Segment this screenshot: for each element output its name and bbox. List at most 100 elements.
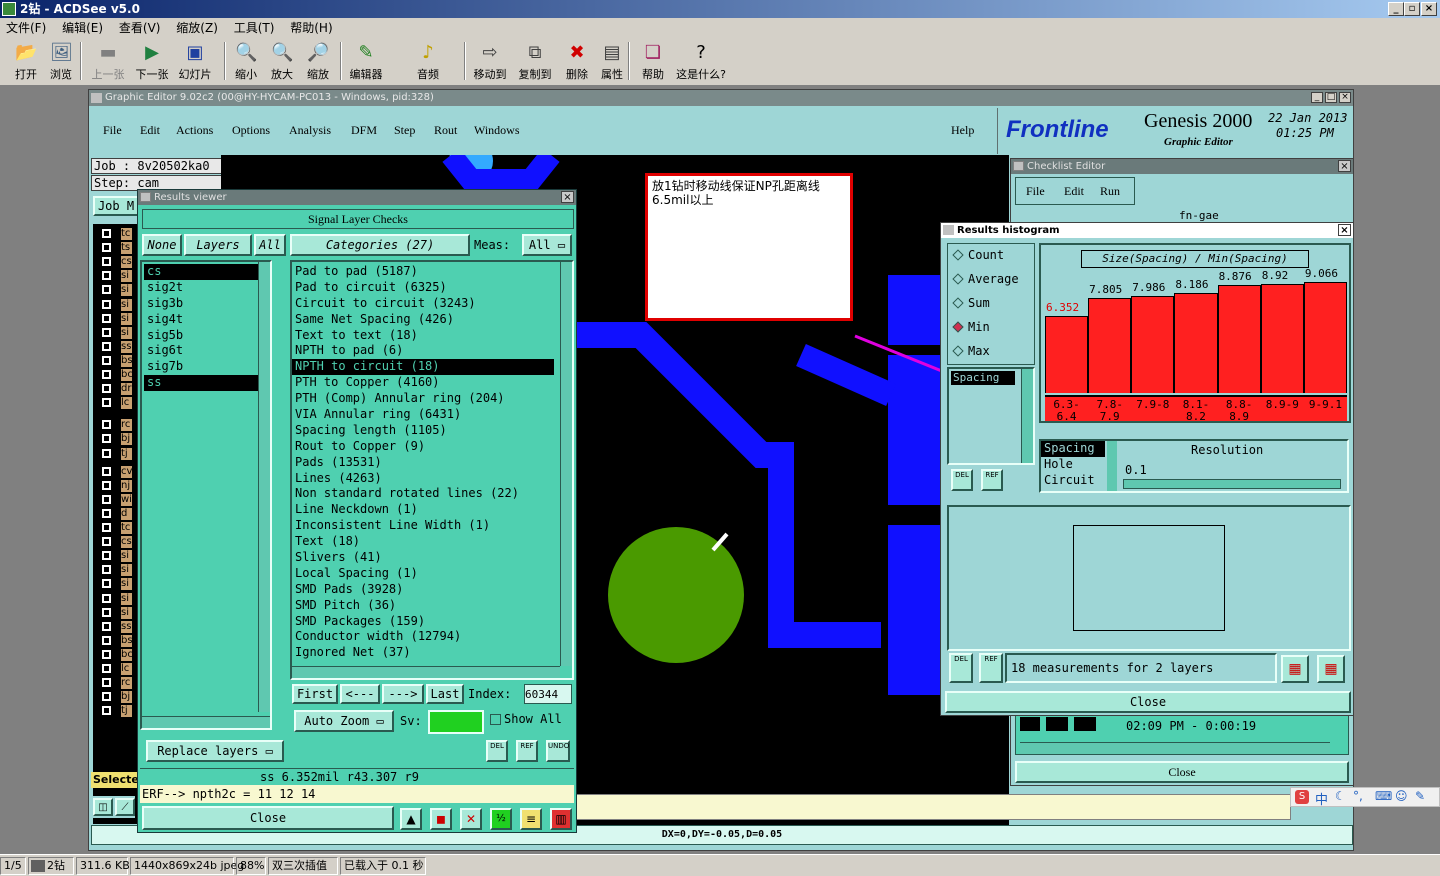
sort-icon[interactable]: ½ xyxy=(490,808,512,830)
categories-button[interactable]: Categories (27) xyxy=(290,234,470,256)
histogram-bar[interactable] xyxy=(1045,315,1089,393)
layer-tag[interactable]: tc xyxy=(121,522,132,534)
toolbar-audio-button[interactable]: ♪ 音频 xyxy=(408,42,448,82)
maximize-button[interactable]: ▫ xyxy=(1404,2,1420,16)
gen-menu-edit[interactable]: Edit xyxy=(140,123,160,138)
toolbar-folder-open-button[interactable]: 📂 打开 xyxy=(6,42,46,82)
toolbar-properties-button[interactable]: ▤ 属性 xyxy=(592,42,632,82)
layer-tag[interactable]: ss xyxy=(121,340,132,353)
gen-menu-dfm[interactable]: DFM xyxy=(351,123,377,138)
gen-menu-file[interactable]: File xyxy=(103,123,122,138)
layer-checkbox[interactable] xyxy=(101,340,112,352)
rh-del-button[interactable]: DEL xyxy=(951,469,973,491)
close-button[interactable]: × xyxy=(1421,2,1437,16)
layer-checkbox[interactable] xyxy=(101,447,112,459)
layer-checkbox[interactable] xyxy=(101,419,112,431)
ime-punct-icon[interactable]: °, xyxy=(1353,789,1363,803)
gen-menu-actions[interactable]: Actions xyxy=(176,123,213,138)
show-all-checkbox[interactable] xyxy=(490,714,501,725)
toolbar-move-to-button[interactable]: ⇨ 移动到 xyxy=(470,42,510,82)
layer-tag[interactable]: wi xyxy=(121,493,132,506)
gen-maximize-button[interactable]: □ xyxy=(1325,92,1337,103)
layer-checkbox[interactable] xyxy=(101,620,112,632)
layer-tag[interactable]: si xyxy=(121,592,132,605)
rh-ref-button[interactable]: REF xyxy=(981,469,1003,491)
toolbar-zoom-in-button[interactable]: 🔍 放大 xyxy=(262,42,302,82)
menu-zoom[interactable]: 缩放(Z) xyxy=(176,21,218,35)
toolbar-previous-button[interactable]: ▬ 上一张 xyxy=(88,42,128,82)
res-list-item[interactable]: Hole xyxy=(1041,457,1105,473)
auto-zoom-select[interactable]: Auto Zoom ▭ xyxy=(294,710,394,732)
category-list-item[interactable]: Same Net Spacing (426) xyxy=(292,312,554,328)
layer-tag[interactable]: tj xyxy=(121,447,132,460)
menu-file[interactable]: 文件(F) xyxy=(6,21,46,35)
layer-tag[interactable]: lc xyxy=(121,397,132,410)
gen-menu-options[interactable]: Options xyxy=(232,123,270,138)
layer-tag[interactable]: ss xyxy=(121,620,132,633)
minimize-button[interactable]: _ xyxy=(1388,2,1404,16)
layer-tag[interactable]: cs xyxy=(121,256,132,269)
next-button[interactable]: ---> xyxy=(382,684,424,704)
mode-radio-max[interactable]: Max xyxy=(952,344,990,358)
rv-close-button[interactable]: Close xyxy=(142,806,394,830)
layer-tag[interactable]: si xyxy=(121,564,132,577)
category-list-item[interactable]: Ignored Net (37) xyxy=(292,645,554,661)
layer-tag[interactable]: bs xyxy=(121,354,132,367)
category-list-item[interactable]: Pad to pad (5187) xyxy=(292,264,554,280)
del-button[interactable]: DEL xyxy=(486,740,508,762)
layer-checkbox[interactable] xyxy=(101,536,112,548)
category-list-item[interactable]: VIA Annular ring (6431) xyxy=(292,407,554,423)
histogram-bar[interactable] xyxy=(1303,282,1347,393)
layer-list-item[interactable]: sig7b xyxy=(144,359,268,375)
categories-list[interactable]: Pad to pad (5187) Pad to circuit (6325) Ci… xyxy=(292,264,554,661)
layer-checkbox[interactable] xyxy=(101,691,112,703)
layer-list-item[interactable]: ss xyxy=(144,375,268,392)
mode-radio-sum[interactable]: Sum xyxy=(952,296,990,310)
sv-color-select[interactable] xyxy=(428,710,484,734)
layer-checkbox[interactable] xyxy=(101,507,112,519)
layer-checkbox[interactable] xyxy=(101,705,112,717)
category-list-item[interactable]: PTH to Copper (4160) xyxy=(292,375,554,391)
category-list-item[interactable]: Inconsistent Line Width (1) xyxy=(292,518,554,534)
category-list-item[interactable]: Spacing length (1105) xyxy=(292,423,554,439)
layer-tag[interactable]: ts xyxy=(121,242,132,255)
category-list-item[interactable]: Conductor width (12794) xyxy=(292,629,554,645)
menu-tools[interactable]: 工具(T) xyxy=(234,21,275,35)
category-list-item[interactable]: Lines (4263) xyxy=(292,471,554,487)
all-button[interactable]: All xyxy=(254,234,286,256)
undo-button[interactable]: UNDO xyxy=(546,740,570,762)
rv-close-icon[interactable]: × xyxy=(561,191,574,203)
layer-checkbox[interactable] xyxy=(101,256,112,268)
categories-hscrollbar[interactable] xyxy=(292,666,560,678)
layer-checkbox[interactable] xyxy=(101,228,112,239)
layer-checkbox[interactable] xyxy=(101,479,112,491)
layer-list-item[interactable]: cs xyxy=(144,264,268,280)
toolbar-next-button[interactable]: ▶ 下一张 xyxy=(132,42,172,82)
layer-list-item[interactable]: sig3b xyxy=(144,296,268,312)
layer-list-item[interactable]: sig2t xyxy=(144,280,268,296)
category-list-item[interactable]: NPTH to pad (6) xyxy=(292,343,554,359)
layers-hscrollbar[interactable] xyxy=(142,716,270,728)
ime-moon-icon[interactable]: ☾ xyxy=(1335,789,1346,803)
sogou-icon[interactable]: S xyxy=(1295,790,1309,804)
category-list-item[interactable]: Text to text (18) xyxy=(292,328,554,344)
category-list-item[interactable]: Local Spacing (1) xyxy=(292,566,554,582)
layer-checkbox[interactable] xyxy=(101,663,112,674)
category-list-item[interactable]: SMD Packages (159) xyxy=(292,614,554,630)
ce-menu-run[interactable]: Run xyxy=(1100,184,1120,199)
toolbar-editor-button[interactable]: ✎ 编辑器 xyxy=(346,42,386,82)
res-list-item[interactable]: Circuit xyxy=(1041,473,1105,489)
layer-tag[interactable]: bj xyxy=(121,691,132,704)
rh-close-button[interactable]: Close xyxy=(945,691,1351,713)
none-button[interactable]: None xyxy=(142,234,182,256)
layer-tag[interactable]: cv xyxy=(121,465,132,478)
ime-lang-icon[interactable]: 中 xyxy=(1315,789,1328,808)
histogram-bar[interactable] xyxy=(1131,295,1175,393)
layer-checkbox[interactable] xyxy=(101,634,112,646)
histogram-bar[interactable] xyxy=(1174,293,1218,393)
layer-list-item[interactable]: sig4t xyxy=(144,312,268,328)
menu-edit[interactable]: 编辑(E) xyxy=(62,21,103,35)
layers-scrollbar[interactable] xyxy=(258,262,270,712)
layer-checkbox[interactable] xyxy=(101,242,112,254)
layer-checkbox[interactable] xyxy=(101,522,112,533)
